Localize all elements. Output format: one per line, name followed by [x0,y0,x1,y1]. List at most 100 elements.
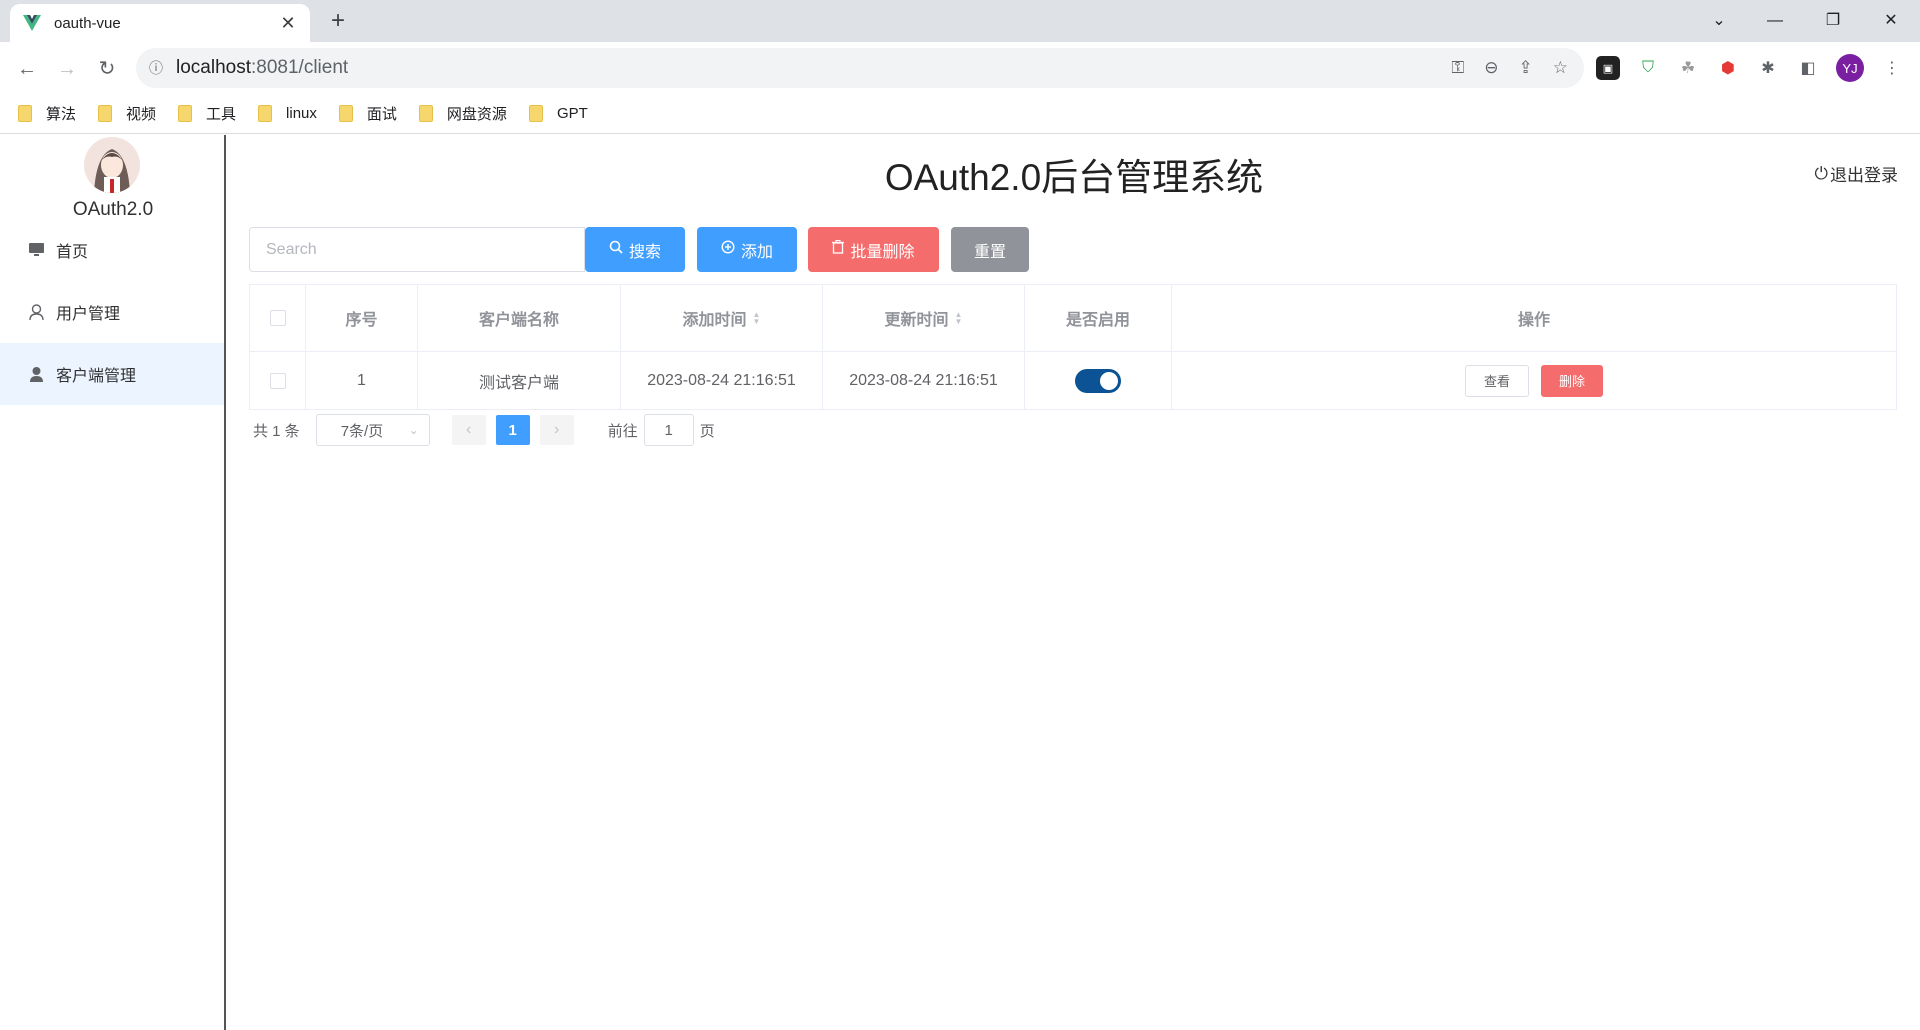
bookmark-star-icon[interactable]: ☆ [1553,58,1568,78]
sidebar-item-home[interactable]: 首页 [0,219,224,281]
vue-logo-icon [22,13,42,33]
site-info-icon[interactable]: ⓘ [136,58,176,78]
profile-avatar[interactable]: YJ [1836,54,1864,82]
select-all-checkbox[interactable] [269,310,286,326]
prev-page-button[interactable]: ‹ [451,415,486,445]
view-button[interactable]: 查看 [1465,364,1529,397]
add-button[interactable]: 添加 [697,227,797,272]
bookmark-label: GPT [556,105,588,122]
search-input[interactable] [249,227,585,272]
row-checkbox[interactable] [269,372,286,389]
batch-delete-label: 批量删除 [850,243,915,261]
delete-button[interactable]: 删除 [1541,364,1603,397]
column-header-actions: 操作 [1517,312,1550,329]
page-number-button[interactable]: 1 [495,415,530,445]
bookmarks-bar: 算法 视频 工具 linux 面试 网盘资源 GPT [0,94,1920,134]
logo-text: OAuth2.0 [72,199,154,220]
batch-delete-button[interactable]: 批量删除 [808,227,939,272]
goto-suffix: 页 [699,422,715,440]
sidepanel-icon[interactable]: ◧ [1796,56,1820,80]
chevron-left-icon: ‹ [466,421,472,438]
new-tab-icon[interactable]: + [324,7,352,35]
url-text[interactable]: localhost:8081/client [176,57,1451,79]
column-header-index: 序号 [306,285,418,351]
cell-actions: 查看 删除 [1172,352,1896,409]
close-tab-icon[interactable]: ✕ [278,13,298,34]
bookmark-folder[interactable]: 工具 [178,103,236,124]
sidebar-item-label: 首页 [56,244,89,261]
column-header-enabled: 是否启用 [1025,285,1172,351]
column-header-label: 更新时间 [884,312,949,329]
column-header-updated[interactable]: 更新时间 ▲ ▼ [823,285,1025,351]
menu-kebab-icon[interactable]: ⋮ [1880,56,1904,80]
reset-button[interactable]: 重置 [951,227,1029,272]
sidebar: OAuth2.0 首页 用户管理 客户端管理 [0,135,226,1030]
sort-caret-icon[interactable]: ▲ ▼ [753,311,761,326]
column-header-name: 客户端名称 [418,285,621,351]
bookmark-folder[interactable]: linux [258,105,317,122]
page-size-value: 7条/页 [340,422,384,440]
table-row: 1 测试客户端 2023-08-24 21:16:51 2023-08-24 2… [250,352,1896,409]
restore-icon[interactable]: ❐ [1810,6,1856,36]
close-window-icon[interactable]: ✕ [1868,6,1914,36]
table-header-row: 序号 客户端名称 添加时间 ▲ ▼ 更新时间 ▲ ▼ 是否启用 操作 [250,285,1896,352]
extension-3-icon[interactable]: ☘ [1676,56,1700,80]
tab-title: oauth-vue [54,14,121,32]
goto-page-input[interactable]: 1 [643,414,694,446]
search-button[interactable]: 搜索 [585,227,685,272]
app-root: OAuth2.0 首页 用户管理 客户端管理 OAuth2.0后台管理系统 ⏻ … [0,135,1920,1030]
folder-icon [338,105,353,122]
bookmark-folder[interactable]: 算法 [18,103,76,124]
add-button-label: 添加 [740,243,773,261]
enabled-switch[interactable] [1075,368,1121,393]
url-host: localhost [176,57,251,78]
search-icon [609,240,623,259]
trash-icon [832,239,845,259]
puzzle-icon[interactable]: ✱ [1756,56,1780,80]
cell-index: 1 [306,352,418,409]
bookmark-label: linux [286,105,317,122]
folder-icon [18,105,32,122]
sort-caret-icon[interactable]: ▲ ▼ [955,311,963,326]
column-header-created[interactable]: 添加时间 ▲ ▼ [621,285,823,351]
pagination: 共 1 条 7条/页 ⌄ ‹ 1 › 前往 1 页 [253,413,715,447]
bookmark-folder[interactable]: 视频 [98,103,156,124]
bookmark-folder[interactable]: 面试 [338,103,397,124]
column-header-label: 添加时间 [682,312,747,329]
cell-enabled [1025,352,1172,409]
dice-icon[interactable]: ⬢ [1716,56,1740,80]
folder-icon [98,105,113,122]
next-page-button[interactable]: › [539,415,574,445]
minimize-icon[interactable]: — [1752,6,1798,36]
bookmark-folder[interactable]: GPT [528,105,588,122]
sidebar-item-clients[interactable]: 客户端管理 [0,343,224,405]
folder-icon [178,105,193,122]
folder-icon [258,105,273,122]
key-icon[interactable]: ⚿ [1451,58,1464,78]
sidebar-item-users[interactable]: 用户管理 [0,281,224,343]
user-filled-icon [28,366,44,382]
extension-1-icon[interactable]: ▣ [1596,56,1620,80]
folder-icon [528,105,543,122]
page-size-select[interactable]: 7条/页 ⌄ [315,414,430,446]
share-icon[interactable]: ⇪ [1519,58,1533,78]
back-icon[interactable]: ← [12,54,42,84]
chevron-right-icon: › [554,421,560,438]
shield-icon[interactable]: ⛉ [1636,56,1660,80]
reload-icon[interactable]: ↻ [92,54,122,84]
tab-search-chevron-icon[interactable]: ⌄ [1696,6,1742,36]
address-bar[interactable]: ⓘ localhost:8081/client ⚿ ⊖ ⇪ ☆ [136,48,1584,88]
cell-client-name: 测试客户端 [418,352,621,409]
browser-tab[interactable]: oauth-vue ✕ [10,4,310,42]
logo-avatar [84,137,140,193]
browser-tab-bar: oauth-vue ✕ + ⌄ — ❐ ✕ [0,0,1920,42]
select-all-cell [250,285,306,351]
sidebar-item-label: 用户管理 [56,306,121,323]
bookmark-folder[interactable]: 网盘资源 [418,103,507,124]
zoom-icon[interactable]: ⊖ [1484,58,1498,78]
forward-icon[interactable]: → [52,54,82,84]
bookmark-label: 工具 [206,106,237,123]
page-title: OAuth2.0后台管理系统 [884,157,1264,198]
logout-button[interactable]: ⏻ 退出登录 [1815,161,1898,186]
chevron-down-icon: ⌄ [408,423,419,437]
